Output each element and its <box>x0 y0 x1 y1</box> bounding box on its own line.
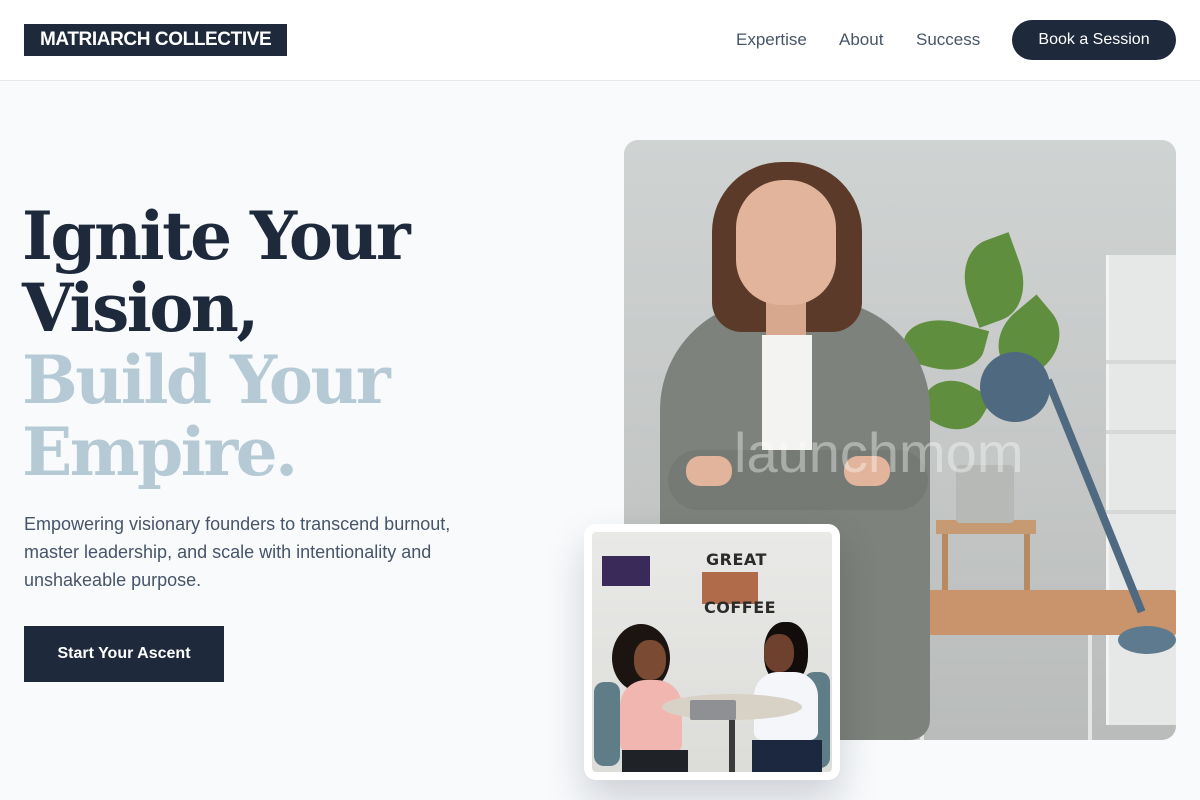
shelf-board <box>1106 430 1176 434</box>
stool-leg <box>942 534 948 590</box>
start-ascent-button[interactable]: Start Your Ascent <box>24 626 224 682</box>
headline-line-4: Empire. <box>22 413 298 491</box>
desk-leg <box>1088 635 1092 740</box>
headline-line-1: Ignite Your <box>22 197 411 275</box>
woman-left-legs <box>622 750 688 772</box>
site-header: MATRIARCH COLLECTIVE Expertise About Suc… <box>0 0 1200 81</box>
nav-link-success[interactable]: Success <box>916 29 980 51</box>
woman-left-top <box>620 680 682 752</box>
cafe-table-leg <box>729 718 735 772</box>
woman-left <box>612 624 688 772</box>
shelf-board <box>1106 510 1176 514</box>
nav-link-expertise[interactable]: Expertise <box>736 29 807 51</box>
woman-left-face <box>634 640 666 680</box>
hero-headline: Ignite Your Vision, Build Your Empire. <box>22 197 411 491</box>
coffee-meeting-photo: GREAT COFFEE <box>592 532 832 772</box>
bookshelf <box>1106 255 1176 725</box>
desk-lamp <box>980 352 1050 422</box>
logo[interactable]: MATRIARCH COLLECTIVE <box>24 24 288 56</box>
photo-watermark: launchmom <box>734 421 1024 484</box>
coffee-sign-coffee: COFFEE <box>704 598 777 617</box>
woman-right-face <box>764 634 794 672</box>
wall-tv <box>602 556 650 586</box>
person-hand <box>686 456 732 486</box>
nav-link-about[interactable]: About <box>839 29 883 51</box>
lamp-base <box>1118 626 1176 654</box>
woman-right-legs <box>752 740 822 772</box>
shelf-board <box>1106 360 1176 364</box>
book-session-button[interactable]: Book a Session <box>1012 20 1176 60</box>
headline-line-2: Vision, <box>22 269 259 347</box>
secondary-photo-card: GREAT COFFEE <box>584 524 840 780</box>
laptop <box>690 700 736 720</box>
person-face <box>736 180 836 305</box>
headline-line-3: Build Your <box>22 341 391 419</box>
hero-subtext: Empowering visionary founders to transce… <box>24 514 451 590</box>
coffee-sign-great: GREAT <box>706 550 767 569</box>
stool-leg <box>1024 534 1030 590</box>
